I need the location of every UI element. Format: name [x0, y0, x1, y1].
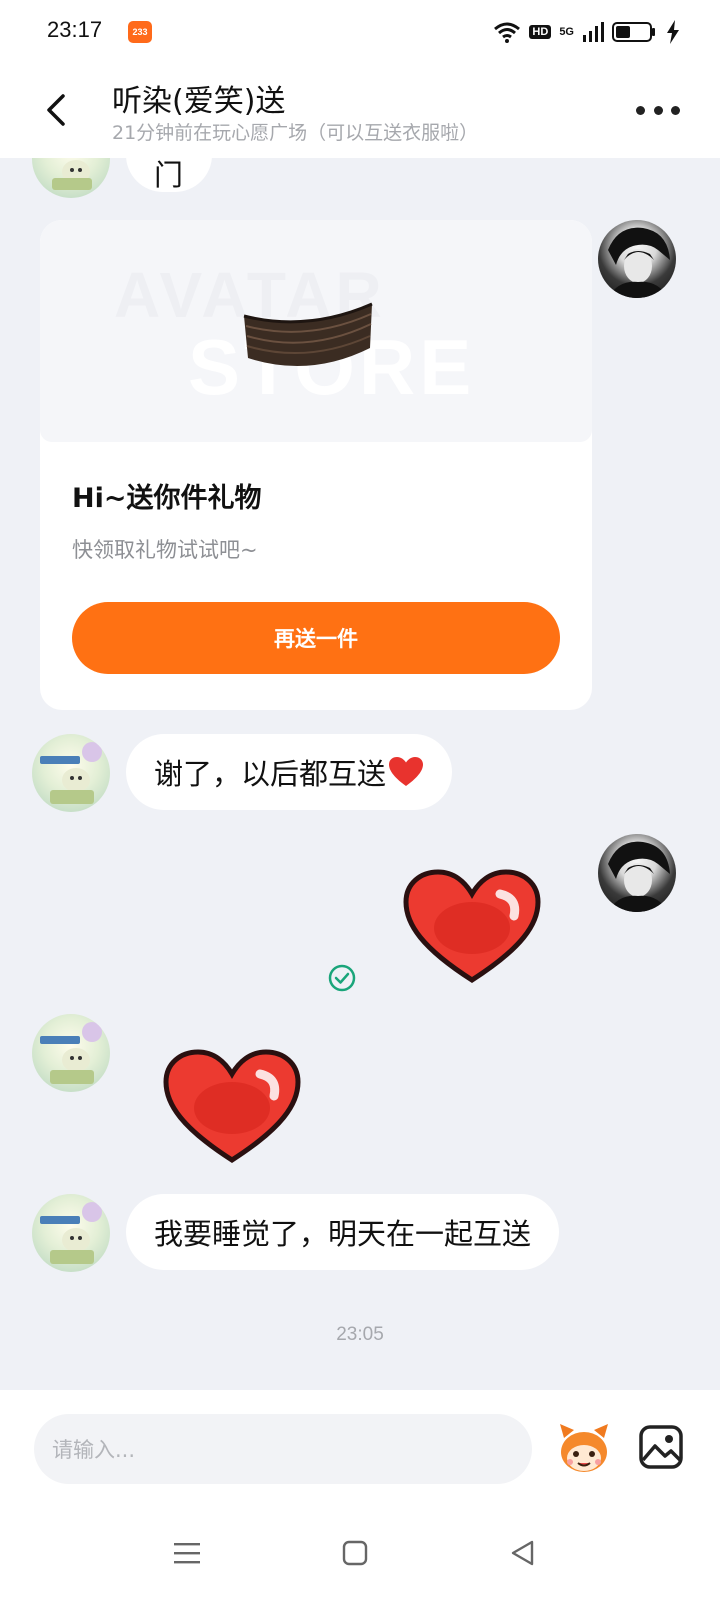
status-bar: 23:17 233 HD 5G [0, 0, 720, 62]
status-icons: HD 5G [493, 18, 680, 46]
message-timestamp: 23:05 [336, 1324, 384, 1345]
mascot-emoji-icon[interactable] [556, 1420, 612, 1476]
message-text: 门 [154, 158, 184, 192]
menu-icon[interactable] [172, 1538, 202, 1568]
status-time: 23:17 [47, 17, 103, 42]
contact-name: 听染(爱笑)送 [112, 84, 286, 119]
message-bubble-partial[interactable]: 门 [126, 158, 212, 192]
wifi-icon [494, 22, 521, 43]
message-input[interactable]: 请输入... [34, 1414, 532, 1484]
gift-image: AVATAR STORE [40, 220, 592, 442]
gift-card-subtitle: 快领取礼物试试吧~ [72, 538, 258, 562]
heart-sticker-sent[interactable] [402, 868, 542, 986]
message-bubble-received[interactable]: 我要睡觉了，明天在一起互送 [126, 1194, 560, 1270]
heart-sticker-received[interactable] [162, 1048, 302, 1166]
hd-icon: HD [529, 25, 552, 39]
contact-status: 21分钟前在玩心愿广场（可以互送衣服啦） [112, 122, 479, 144]
system-nav-bar [0, 1506, 720, 1600]
input-bar: 请输入... [0, 1390, 720, 1506]
home-icon[interactable] [340, 1538, 370, 1568]
back-icon [47, 94, 65, 126]
back-triangle-icon[interactable] [508, 1538, 538, 1568]
send-again-button[interactable]: 再送一件 [72, 602, 560, 674]
contact-avatar[interactable] [32, 158, 110, 198]
gift-card[interactable]: AVATAR STORE Hi~送你件礼物 快领取礼物试试吧~ 再送一件 [40, 220, 592, 710]
gift-card-title: Hi~送你件礼物 [72, 483, 262, 514]
message-text: 我要睡觉了，明天在一起互送 [154, 1217, 532, 1251]
app-notification-icon: 233 [128, 21, 152, 43]
chat-header: 听染(爱笑)送 21分钟前在玩心愿广场（可以互送衣服啦） [0, 62, 720, 158]
message-list[interactable]: 门 AVATAR STORE Hi~送你件礼物 快领取礼物试试吧~ 再送一件 谢… [0, 158, 720, 1390]
heart-emoji [389, 757, 424, 786]
message-bubble-received[interactable]: 谢了，以后都互送 [126, 734, 453, 810]
more-button[interactable] [636, 96, 680, 124]
message-text: 谢了，以后都互送 [154, 757, 387, 791]
image-icon[interactable] [638, 1424, 684, 1470]
charging-icon [667, 20, 679, 44]
contact-avatar[interactable] [32, 734, 110, 812]
self-avatar[interactable] [598, 220, 676, 298]
battery-icon [612, 22, 655, 42]
more-icon [636, 105, 645, 115]
contact-avatar[interactable] [32, 1194, 110, 1272]
check-circle-icon [328, 964, 356, 992]
back-button[interactable] [36, 88, 76, 132]
signal-icon [583, 22, 604, 42]
contact-avatar[interactable] [32, 1014, 110, 1092]
5g-icon: 5G [559, 26, 574, 38]
self-avatar[interactable] [598, 834, 676, 912]
headband-item-image [243, 302, 373, 366]
